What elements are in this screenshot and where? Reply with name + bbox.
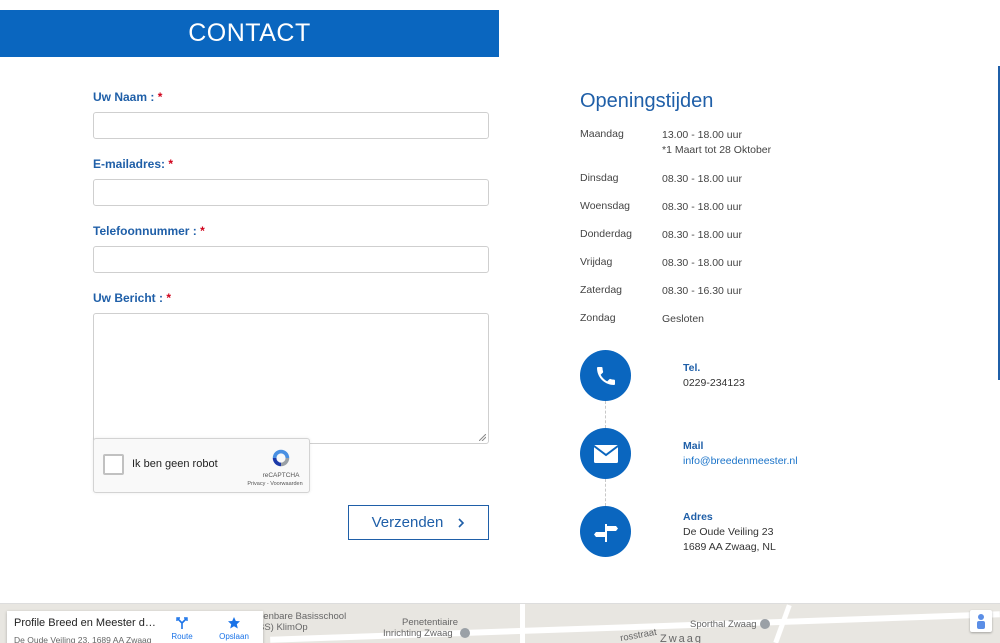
map-pin-icon bbox=[760, 619, 770, 629]
connector-line bbox=[605, 479, 606, 506]
opening-hours-table: Maandag 13.00 - 18.00 uur *1 Maart tot 2… bbox=[580, 128, 900, 340]
envelope-icon bbox=[592, 444, 619, 463]
required-mark: * bbox=[168, 157, 174, 171]
submit-button[interactable]: Verzenden bbox=[348, 505, 489, 540]
resize-handle-icon[interactable] bbox=[479, 434, 486, 441]
map-place-card: Profile Breed en Meester de Fi... De Oud… bbox=[7, 611, 263, 643]
message-label: Uw Bericht : * bbox=[93, 291, 489, 307]
connector-line bbox=[605, 401, 606, 428]
hours-day: Woensdag bbox=[580, 200, 631, 212]
required-mark: * bbox=[200, 224, 205, 238]
signpost-icon bbox=[593, 523, 618, 542]
hours-row: Zondag Gesloten bbox=[580, 312, 900, 340]
mail-icon-circle bbox=[580, 428, 631, 479]
contact-form: Uw Naam : * E-mailadres: * Telefoonnumme… bbox=[93, 90, 489, 444]
chevron-right-icon bbox=[458, 517, 465, 528]
mail-label: Mail bbox=[683, 440, 704, 452]
name-label-text: Uw Naam : bbox=[93, 90, 155, 104]
map-label-school: penbare Basisschool bbox=[258, 611, 347, 622]
required-mark: * bbox=[157, 90, 163, 104]
street-view-pegman-icon[interactable] bbox=[970, 610, 992, 632]
recaptcha-label: Ik ben geen robot bbox=[132, 458, 218, 470]
hours-day: Vrijdag bbox=[580, 256, 613, 268]
contact-header-bar: CONTACT bbox=[0, 10, 499, 57]
address-line1: De Oude Veiling 23 bbox=[683, 526, 774, 538]
hours-time: 08.30 - 16.30 uur bbox=[662, 285, 742, 297]
hours-day: Zaterdag bbox=[580, 284, 623, 296]
phone-info: Tel. 0229-234123 bbox=[683, 361, 745, 391]
submit-label: Verzenden bbox=[371, 514, 444, 531]
hours-time: 13.00 - 18.00 uur bbox=[662, 129, 742, 141]
message-field[interactable] bbox=[93, 313, 489, 444]
phone-label-text: Telefoonnummer : bbox=[93, 224, 197, 238]
hours-time: 08.30 - 18.00 uur bbox=[662, 201, 742, 213]
hours-day: Dinsdag bbox=[580, 172, 619, 184]
email-label-text: E-mailadres: bbox=[93, 157, 166, 171]
opening-hours-title: Openingstijden bbox=[580, 90, 714, 112]
phone-label: Telefoonnummer : * bbox=[93, 224, 489, 240]
embedded-map[interactable]: penbare Basisschool BS) KlimOp Penetenti… bbox=[0, 603, 1000, 643]
email-field[interactable] bbox=[93, 179, 489, 206]
map-label-sporthal: Sporthal Zwaag bbox=[690, 619, 757, 630]
name-field[interactable] bbox=[93, 112, 489, 139]
hours-day: Zondag bbox=[580, 312, 616, 324]
save-label: Opslaan bbox=[219, 632, 249, 641]
required-mark: * bbox=[166, 291, 172, 305]
hours-time: 08.30 - 18.00 uur bbox=[662, 229, 742, 241]
star-icon bbox=[228, 617, 240, 629]
save-button[interactable]: Opslaan bbox=[219, 616, 249, 641]
hours-row: Vrijdag 08.30 - 18.00 uur bbox=[580, 256, 900, 284]
hours-row: Maandag 13.00 - 18.00 uur *1 Maart tot 2… bbox=[580, 128, 900, 172]
map-road bbox=[520, 604, 525, 643]
address-line2: 1689 AA Zwaag, NL bbox=[683, 541, 776, 553]
hours-row: Dinsdag 08.30 - 18.00 uur bbox=[580, 172, 900, 200]
recaptcha-brand: reCAPTCHA bbox=[262, 472, 300, 479]
map-label-school2: BS) KlimOp bbox=[258, 622, 308, 633]
route-label: Route bbox=[171, 632, 193, 641]
email-label: E-mailadres: * bbox=[93, 157, 489, 173]
hours-row: Woensdag 08.30 - 18.00 uur bbox=[580, 200, 900, 228]
address-icon-circle bbox=[580, 506, 631, 557]
name-label: Uw Naam : * bbox=[93, 90, 489, 106]
mail-info: Mail info@breedenmeester.nl bbox=[683, 439, 798, 469]
hours-time: 08.30 - 18.00 uur bbox=[662, 257, 742, 269]
phone-icon bbox=[596, 366, 615, 385]
route-button[interactable]: Route bbox=[167, 616, 197, 641]
phone-field[interactable] bbox=[93, 246, 489, 273]
map-label-town: Zwaag bbox=[660, 633, 704, 643]
address-info: Adres De Oude Veiling 23 1689 AA Zwaag, … bbox=[683, 510, 776, 555]
hours-time: 08.30 - 18.00 uur bbox=[662, 173, 742, 185]
address-label: Adres bbox=[683, 511, 713, 523]
directions-icon bbox=[176, 617, 188, 629]
phone-icon-circle bbox=[580, 350, 631, 401]
map-label-penitentiaire: Penetentiaire bbox=[402, 617, 458, 628]
hours-note: *1 Maart tot 28 Oktober bbox=[662, 144, 772, 156]
hours-day: Maandag bbox=[580, 128, 624, 140]
phone-label: Tel. bbox=[683, 362, 701, 374]
message-label-text: Uw Bericht : bbox=[93, 291, 164, 305]
mail-link[interactable]: info@breedenmeester.nl bbox=[683, 455, 798, 467]
contact-details: Tel. 0229-234123 Mail info@breedenmeeste… bbox=[580, 350, 880, 560]
phone-number[interactable]: 0229-234123 bbox=[683, 376, 745, 391]
recaptcha-checkbox[interactable] bbox=[103, 454, 124, 475]
hours-time: Gesloten bbox=[662, 313, 705, 325]
map-pin-icon bbox=[460, 628, 470, 638]
recaptcha-privacy-links[interactable]: Privacy - Voorwaarden bbox=[242, 481, 308, 487]
hours-row: Zaterdag 08.30 - 16.30 uur bbox=[580, 284, 900, 312]
hours-row: Donderdag 08.30 - 18.00 uur bbox=[580, 228, 900, 256]
recaptcha-logo-icon bbox=[272, 449, 290, 467]
map-label-inrichting: Inrichting Zwaag bbox=[383, 628, 453, 639]
map-place-address: De Oude Veiling 23, 1689 AA Zwaag bbox=[14, 635, 152, 643]
hours-day: Donderdag bbox=[580, 228, 632, 240]
map-place-title[interactable]: Profile Breed en Meester de Fi... bbox=[14, 617, 159, 629]
recaptcha-widget: Ik ben geen robot reCAPTCHA Privacy - Vo… bbox=[93, 438, 310, 493]
page-title: CONTACT bbox=[188, 19, 311, 47]
